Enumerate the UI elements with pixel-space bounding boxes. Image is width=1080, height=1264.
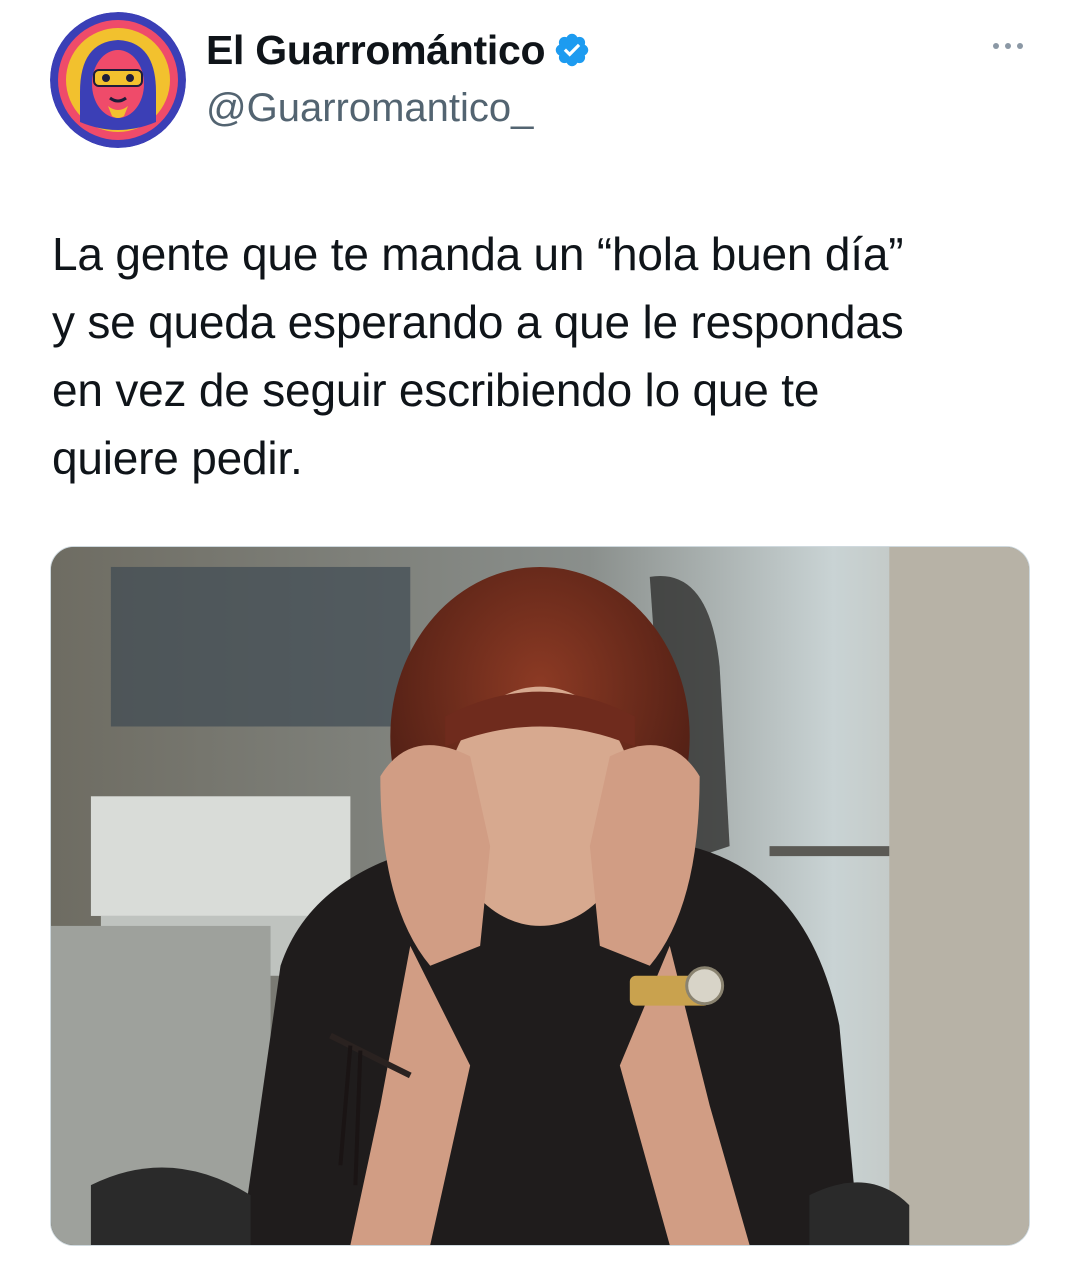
tweet-text: La gente que te manda un “hola buen día”… <box>52 220 1042 492</box>
tweet-text-line: quiere pedir. <box>52 432 303 484</box>
author-display-name[interactable]: El Guarromántico <box>206 24 591 76</box>
tweet-card: El Guarromántico @Guarromantico_ La gent… <box>0 0 1080 1264</box>
more-options-icon[interactable] <box>988 36 1028 56</box>
illustrated-face-avatar-icon <box>50 12 186 148</box>
tweet-photo[interactable] <box>50 546 1030 1246</box>
photo-woman-at-desk <box>51 547 1029 1245</box>
author-display-name-text: El Guarromántico <box>206 27 546 73</box>
tweet-text-line: y se queda esperando a que le respondas <box>52 296 904 348</box>
verified-badge-icon <box>553 31 591 69</box>
author-handle[interactable]: @Guarromantico_ <box>206 82 533 134</box>
tweet-text-line: La gente que te manda un “hola buen día” <box>52 228 904 280</box>
author-avatar[interactable] <box>50 12 186 148</box>
tweet-text-line: en vez de seguir escribiendo lo que te <box>52 364 820 416</box>
